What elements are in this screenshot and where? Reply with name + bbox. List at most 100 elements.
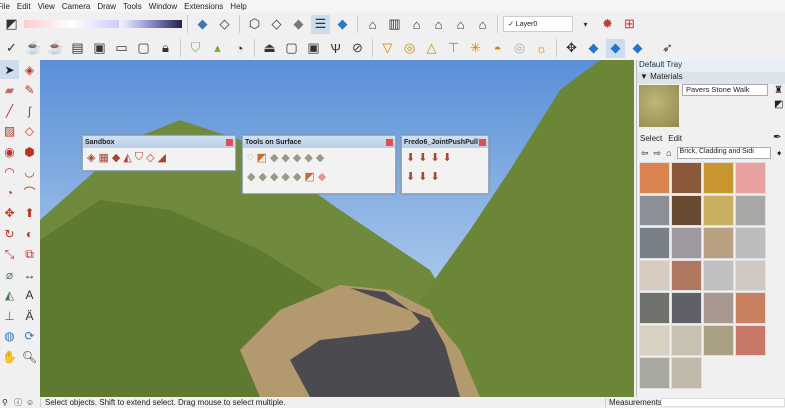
back-icon[interactable]: ⇦ <box>641 148 649 159</box>
settings-gear-icon[interactable]: ✹ <box>598 15 617 34</box>
orbit-icon[interactable]: ✥ <box>562 39 581 58</box>
right-view-icon[interactable]: ⌂ <box>429 15 448 34</box>
default-material-icon[interactable]: ◩ <box>774 99 783 110</box>
forward-icon[interactable]: ⇨ <box>654 148 662 159</box>
layer-dropdown[interactable]: ✓ Layer0 <box>503 16 573 32</box>
blue-cube-3-icon[interactable]: ◆ <box>628 39 647 58</box>
jpp-tool-icon[interactable]: ⬇ <box>418 170 427 183</box>
material-swatch[interactable] <box>639 259 670 291</box>
pie-icon[interactable]: ◔ <box>0 183 19 202</box>
menu-tools[interactable]: Tools <box>123 2 142 11</box>
pointer-icon[interactable]: ➶ <box>658 39 677 58</box>
model-viewport[interactable]: Sandbox ◈ ▦ ◆ ◭ ⛉ ◇ ◢ Tools on Surface ◌ ◩ ◆ ◆ ◆… <box>40 60 634 397</box>
tos-tool-icon[interactable]: ◩ <box>257 151 267 164</box>
grass-icon[interactable]: Ѱ <box>326 39 345 58</box>
arc-2-icon[interactable]: ◡ <box>20 163 39 182</box>
tab-select[interactable]: Select <box>640 134 662 143</box>
sun-icon[interactable]: ✳ <box>466 39 485 58</box>
material-swatch[interactable] <box>703 259 734 291</box>
material-swatch[interactable] <box>639 227 670 259</box>
paint-bucket-icon[interactable]: ◍ <box>0 327 19 346</box>
rotated-rect-icon[interactable]: ◇ <box>20 122 39 141</box>
tag-icon[interactable]: ⊘ <box>348 39 367 58</box>
material-swatch[interactable] <box>735 324 766 356</box>
bucket-icon[interactable]: ◔ <box>230 39 249 58</box>
freehand-icon[interactable]: ʃ <box>20 101 39 120</box>
window-2-icon[interactable]: ▢ <box>134 39 153 58</box>
geo-icon[interactable]: ⚲ <box>2 398 14 407</box>
tos-tool-icon[interactable]: ◆ <box>281 151 289 164</box>
blue-cube-icon[interactable]: ◆ <box>584 39 603 58</box>
menu-edit[interactable]: Edit <box>17 2 31 11</box>
monochrome-icon[interactable]: ☰ <box>311 14 330 34</box>
material-swatch[interactable] <box>639 292 670 324</box>
funnel-icon[interactable]: ▽ <box>378 39 397 58</box>
text-icon[interactable]: A <box>20 286 39 305</box>
tab-edit[interactable]: Edit <box>668 134 682 143</box>
tos-tool-icon[interactable]: ◆ <box>318 170 326 183</box>
material-swatch[interactable] <box>703 162 734 194</box>
teapot-icon[interactable]: ☕ <box>24 39 43 58</box>
textured-icon[interactable]: ◆ <box>289 15 308 34</box>
material-swatch[interactable] <box>735 259 766 291</box>
material-swatch[interactable] <box>735 227 766 259</box>
tos-tool-icon[interactable]: ◆ <box>316 151 324 164</box>
arc-icon[interactable]: ◠ <box>0 163 19 182</box>
select-icon[interactable]: ➤ <box>0 60 19 79</box>
left-view-icon[interactable]: ⌂ <box>473 15 492 34</box>
material-swatch[interactable] <box>671 292 702 324</box>
shadows-icon[interactable]: ◩ <box>2 15 21 34</box>
tos-tool-icon[interactable]: ◆ <box>293 151 301 164</box>
camera-icon[interactable]: ⏏ <box>260 39 279 58</box>
close-icon[interactable] <box>226 138 233 146</box>
jpp-tool-icon[interactable]: ⬇ <box>430 170 439 183</box>
details-icon[interactable]: ➧ <box>776 148 784 159</box>
light-icon[interactable]: ☼ <box>532 39 551 58</box>
sphere-icon[interactable]: ◎ <box>510 39 529 58</box>
3dtext-icon[interactable]: Ä <box>20 306 39 325</box>
tos-tool-icon[interactable]: ◆ <box>247 170 255 183</box>
time-slider[interactable] <box>24 20 119 28</box>
jpp-tool-icon[interactable]: ⬇ <box>406 170 415 183</box>
smoove-icon[interactable]: ◆ <box>112 151 120 164</box>
arc-3-icon[interactable]: ⌒ <box>20 183 39 202</box>
shaded-icon[interactable]: ◇ <box>267 15 286 34</box>
rectangle-icon[interactable]: ▨ <box>0 122 19 141</box>
material-name-field[interactable]: Pavers Stone Walk <box>682 84 768 96</box>
tos-tool-icon[interactable]: ◆ <box>270 170 278 183</box>
box-icon[interactable]: ▢ <box>282 39 301 58</box>
hidden-line-icon[interactable]: ⬡ <box>245 15 264 34</box>
layer-chevron-icon[interactable]: ▾ <box>576 15 595 34</box>
material-swatch[interactable] <box>735 194 766 226</box>
material-swatch[interactable] <box>703 227 734 259</box>
tos-tool-icon[interactable]: ◩ <box>304 170 314 183</box>
window-icon[interactable]: ▭ <box>112 39 131 58</box>
lock-icon[interactable]: 🔒︎ <box>156 39 175 58</box>
lamp-icon[interactable]: ⊤ <box>444 39 463 58</box>
rotate-icon[interactable]: ↻ <box>0 224 19 243</box>
paint-icon[interactable]: ▴ <box>208 39 227 58</box>
top-view-icon[interactable]: ⌂ <box>407 15 426 34</box>
eyedropper-icon[interactable]: ✒ <box>773 132 781 143</box>
tos-tool-icon[interactable]: ◆ <box>258 170 266 183</box>
pushpull-icon[interactable]: ⬆ <box>20 204 39 223</box>
menu-extensions[interactable]: Extensions <box>184 2 223 11</box>
tos-tool-icon[interactable]: ◆ <box>293 170 301 183</box>
from-scratch-icon[interactable]: ▦ <box>98 151 108 164</box>
cube-icon[interactable]: ▣ <box>304 39 323 58</box>
followme-icon[interactable]: ◐ <box>20 224 39 243</box>
material-swatch[interactable] <box>671 357 702 389</box>
make-component-icon[interactable]: ◈ <box>20 60 39 79</box>
scene-icon[interactable]: ▤ <box>68 39 87 58</box>
material-swatch[interactable] <box>735 292 766 324</box>
scale-icon[interactable]: ⤡ <box>0 245 19 264</box>
tos-tool-icon[interactable]: ◌ <box>247 151 254 164</box>
orbit-tool-icon[interactable]: ⟳ <box>20 327 39 346</box>
jpp-tool-icon[interactable]: ⬇ <box>443 151 452 164</box>
move-icon[interactable]: ✥ <box>0 204 19 223</box>
line-icon[interactable]: ╱ <box>0 101 19 120</box>
jpp-tool-icon[interactable]: ⬇ <box>430 151 439 164</box>
home-icon[interactable]: ⌂ <box>666 148 671 158</box>
tape-icon[interactable]: ⌀ <box>0 265 19 284</box>
xray-icon[interactable]: ◆ <box>193 15 212 34</box>
